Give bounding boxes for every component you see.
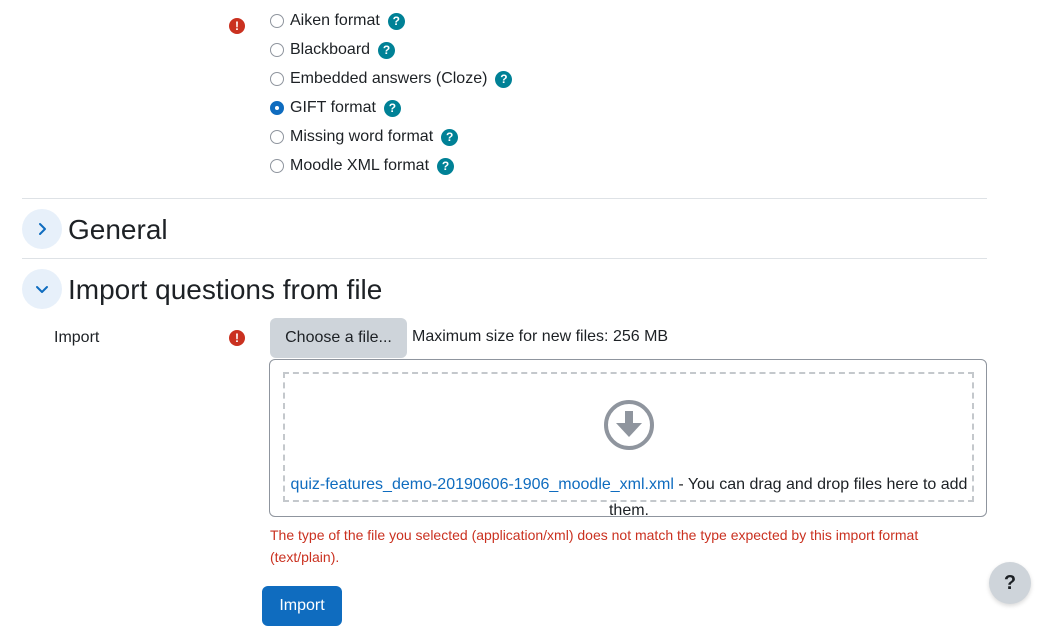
radio-cloze[interactable] (270, 72, 284, 86)
radio-missing-word[interactable] (270, 130, 284, 144)
format-option-label: Blackboard (290, 41, 371, 58)
help-button[interactable]: ? (989, 562, 1031, 604)
radio-gift[interactable] (270, 101, 284, 115)
divider (22, 198, 987, 199)
format-option-aiken[interactable]: Aiken format ? (270, 9, 405, 33)
drop-zone-text: quiz-features_demo-20190606-1906_moodle_… (284, 472, 974, 524)
required-icon: ! (229, 18, 245, 34)
format-option-label: Moodle XML format (290, 157, 430, 174)
selected-file-link[interactable]: quiz-features_demo-20190606-1906_moodle_… (291, 476, 674, 493)
chevron-down-icon (36, 286, 48, 293)
chevron-right-icon (39, 223, 46, 235)
help-icon[interactable]: ? (495, 70, 513, 88)
download-arrow-circle-icon (604, 400, 654, 450)
help-icon[interactable]: ? (378, 41, 396, 59)
required-icon: ! (229, 330, 245, 346)
format-option-label: Aiken format (290, 12, 380, 29)
file-type-error: The type of the file you selected (appli… (270, 527, 919, 565)
section-title-general[interactable]: General (68, 213, 168, 247)
import-field-label: Import (54, 329, 100, 346)
help-icon[interactable]: ? (383, 99, 401, 117)
choose-file-button[interactable]: Choose a file... (270, 318, 407, 358)
format-option-blackboard[interactable]: Blackboard ? (270, 38, 396, 62)
radio-blackboard[interactable] (270, 43, 284, 57)
format-option-moodle-xml[interactable]: Moodle XML format ? (270, 154, 455, 178)
section-title-import[interactable]: Import questions from file (68, 273, 382, 307)
format-option-cloze[interactable]: Embedded answers (Cloze) ? (270, 67, 513, 91)
help-icon[interactable]: ? (437, 157, 455, 175)
divider (22, 258, 987, 259)
format-option-gift[interactable]: GIFT format ? (270, 96, 401, 120)
format-option-missing-word[interactable]: Missing word format ? (270, 125, 459, 149)
radio-aiken[interactable] (270, 14, 284, 28)
format-option-label: Embedded answers (Cloze) (290, 70, 488, 87)
section-toggle-general[interactable] (22, 209, 62, 249)
format-option-label: GIFT format (290, 99, 376, 116)
help-icon[interactable]: ? (441, 128, 459, 146)
help-icon[interactable]: ? (387, 12, 405, 30)
format-option-label: Missing word format (290, 128, 434, 145)
import-button[interactable]: Import (262, 586, 342, 626)
max-size-text: Maximum size for new files: 256 MB (412, 328, 669, 345)
section-toggle-import[interactable] (22, 269, 62, 309)
radio-moodle-xml[interactable] (270, 159, 284, 173)
